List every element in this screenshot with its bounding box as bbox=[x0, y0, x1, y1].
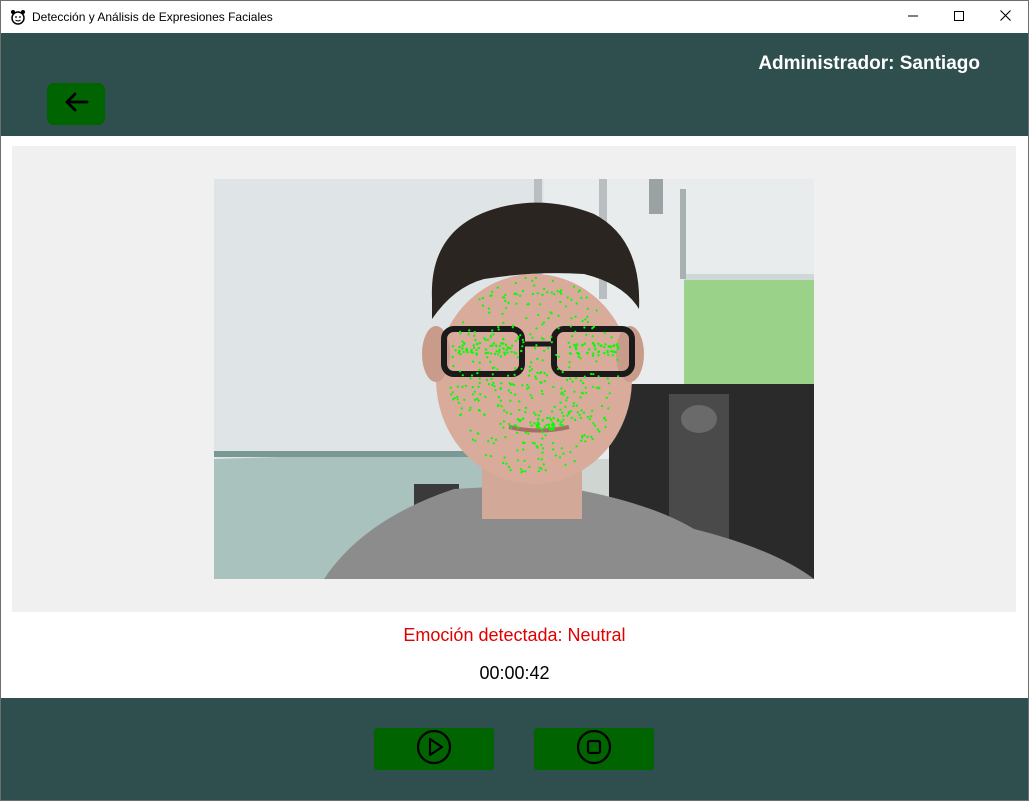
title-bar: Detección y Análisis de Expresiones Faci… bbox=[1, 1, 1028, 33]
webcam-feed bbox=[214, 179, 814, 579]
maximize-button[interactable] bbox=[936, 1, 982, 33]
maximize-icon bbox=[954, 8, 964, 26]
close-icon bbox=[999, 8, 1011, 26]
timer-label: 00:00:42 bbox=[479, 663, 550, 683]
minimize-button[interactable] bbox=[890, 1, 936, 33]
video-panel bbox=[12, 146, 1016, 612]
stop-button[interactable] bbox=[534, 728, 654, 770]
emotion-label: Emoción detectada: Neutral bbox=[403, 625, 626, 645]
footer-bar bbox=[1, 698, 1028, 800]
play-button[interactable] bbox=[374, 728, 494, 770]
admin-label: Administrador: Santiago bbox=[758, 53, 980, 74]
close-button[interactable] bbox=[982, 1, 1028, 33]
window-title: Detección y Análisis de Expresiones Faci… bbox=[32, 10, 273, 24]
app-window: Detección y Análisis de Expresiones Faci… bbox=[0, 0, 1029, 801]
alarm-clock-face-icon bbox=[10, 9, 26, 25]
header-bar: Administrador: Santiago bbox=[1, 33, 1028, 136]
arrow-left-icon bbox=[63, 91, 89, 118]
minimize-icon bbox=[908, 8, 918, 26]
webcam-image bbox=[214, 179, 814, 579]
play-circle-icon bbox=[416, 729, 452, 770]
back-button[interactable] bbox=[47, 83, 105, 125]
stop-circle-icon bbox=[576, 729, 612, 770]
